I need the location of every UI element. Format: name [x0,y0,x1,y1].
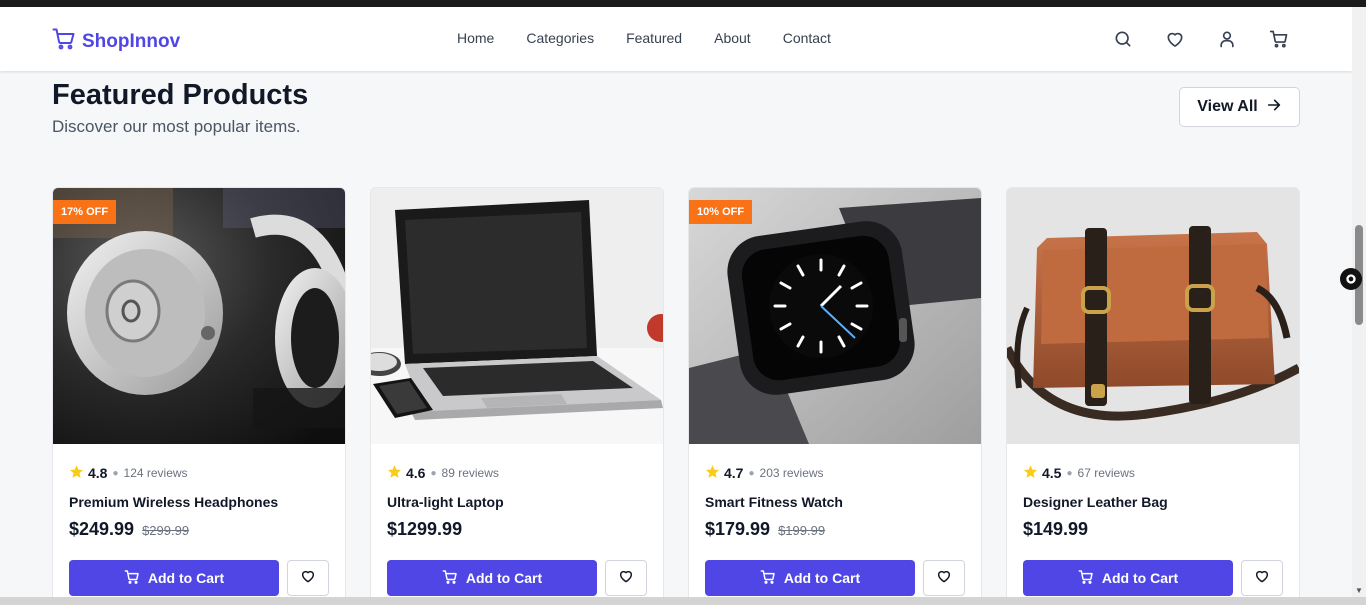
add-to-cart-label: Add to Cart [147,570,225,586]
nav-actions [1112,28,1290,50]
add-to-cart-button[interactable]: Add to Cart [69,560,279,596]
wishlist-button[interactable] [605,560,647,596]
wishlist-button[interactable] [923,560,965,596]
review-count: 89 reviews [441,466,499,480]
review-count: 124 reviews [123,466,188,480]
section-title: Featured Products [52,79,309,111]
heart-icon [618,568,634,589]
product-name[interactable]: Smart Fitness Watch [705,494,843,510]
add-to-cart-label: Add to Cart [783,570,861,586]
product-rating: 4.8 ● 124 reviews [69,464,188,482]
product-rating: 4.7 ● 203 reviews [705,464,824,482]
wishlist-button[interactable] [287,560,329,596]
page-scrollbar[interactable]: ▼ [1352,7,1366,597]
product-name[interactable]: Premium Wireless Headphones [69,494,278,510]
product-card[interactable]: 4.5 ● 67 reviews Designer Leather Bag $1… [1006,187,1300,605]
cart-logo-icon [52,27,76,56]
navbar: ShopInnov Home Categories Featured About… [0,7,1352,71]
product-price: $149.99 [1023,519,1089,539]
product-rating: 4.6 ● 89 reviews [387,464,499,482]
original-price: $299.99 [142,523,190,538]
product-image-bag[interactable] [1007,188,1299,444]
product-rating: 4.5 ● 67 reviews [1023,464,1135,482]
brand-name: ShopInnov [82,30,181,52]
wishlist-button[interactable] [1241,560,1283,596]
view-all-label: View All [1197,98,1258,115]
scroll-down-arrow-icon[interactable]: ▼ [1355,586,1363,595]
heart-icon[interactable] [1164,28,1186,50]
heart-icon [1254,568,1270,589]
review-count: 67 reviews [1077,466,1135,480]
featured-section: Featured Products Discover our most popu… [0,71,1352,605]
nav-about[interactable]: About [714,30,751,46]
review-count: 203 reviews [759,466,824,480]
price-row: $149.99 [1023,519,1088,540]
product-name[interactable]: Designer Leather Bag [1023,494,1168,510]
window-top-strip [0,0,1366,7]
add-to-cart-label: Add to Cart [1101,570,1179,586]
separator-dot: ● [748,467,755,479]
star-icon [1023,464,1038,482]
separator-dot: ● [1066,467,1073,479]
cart-icon [1078,569,1094,588]
user-icon[interactable] [1216,28,1238,50]
price-row: $249.99 $299.99 [69,519,189,540]
search-icon[interactable] [1112,28,1134,50]
arrow-right-icon [1266,97,1282,118]
star-icon [69,464,84,482]
product-card[interactable]: 4.6 ● 89 reviews Ultra-light Laptop $129… [370,187,664,605]
discount-badge: 10% OFF [689,200,753,224]
heart-icon [300,568,316,589]
add-to-cart-label: Add to Cart [465,570,543,586]
rating-score: 4.8 [88,465,108,481]
add-to-cart-button[interactable]: Add to Cart [387,560,597,596]
product-card[interactable]: 10% OFF 4.7 ● 203 reviews Smart Fitness … [688,187,982,605]
product-price: $1299.99 [387,519,463,539]
product-image-headphones[interactable]: 17% OFF [53,188,345,444]
logo[interactable]: ShopInnov [52,27,180,56]
product-name[interactable]: Ultra-light Laptop [387,494,504,510]
product-card[interactable]: 17% OFF 4.8 ● 124 reviews Premium Wirele… [52,187,346,605]
nav-contact[interactable]: Contact [783,30,831,46]
star-icon [387,464,402,482]
rating-score: 4.6 [406,465,426,481]
add-to-cart-button[interactable]: Add to Cart [1023,560,1233,596]
separator-dot: ● [430,467,437,479]
cart-icon [442,569,458,588]
cart-icon[interactable] [1268,28,1290,50]
nav-categories[interactable]: Categories [526,30,594,46]
chat-widget-icon[interactable] [1340,268,1362,290]
view-all-button[interactable]: View All [1179,87,1300,127]
heart-icon [936,568,952,589]
nav-home[interactable]: Home [457,30,494,46]
star-icon [705,464,720,482]
rating-score: 4.7 [724,465,744,481]
price-row: $179.99 $199.99 [705,519,825,540]
product-price: $179.99 [705,519,771,539]
separator-dot: ● [112,467,119,479]
cart-icon [760,569,776,588]
product-image-watch[interactable]: 10% OFF [689,188,981,444]
section-subtitle: Discover our most popular items. [52,117,301,136]
main-nav: Home Categories Featured About Contact [457,30,863,46]
add-to-cart-button[interactable]: Add to Cart [705,560,915,596]
discount-badge: 17% OFF [53,200,117,224]
product-price: $249.99 [69,519,135,539]
product-image-laptop[interactable] [371,188,663,444]
nav-featured[interactable]: Featured [626,30,682,46]
original-price: $199.99 [778,523,826,538]
rating-score: 4.5 [1042,465,1062,481]
price-row: $1299.99 [387,519,462,540]
cart-icon [124,569,140,588]
bottom-scrollbar [0,597,1366,605]
